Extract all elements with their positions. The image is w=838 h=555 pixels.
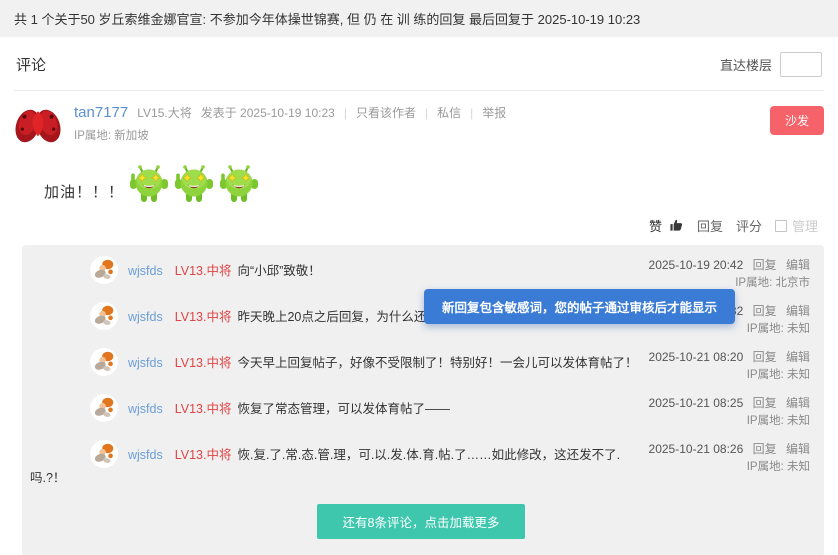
reply-username-link[interactable]: wjsfds xyxy=(128,402,163,416)
like-button[interactable]: 赞 xyxy=(649,216,662,235)
reply-edit-link[interactable]: 编辑 xyxy=(786,304,810,318)
reply-timestamp: 2025-10-19 20:42 xyxy=(648,258,744,272)
jump-to-floor: 直达楼层 xyxy=(720,52,822,77)
reply-edit-link[interactable]: 编辑 xyxy=(786,350,810,364)
thumbs-up-icon[interactable] xyxy=(669,218,684,233)
post-timestamp: 发表于 2025-10-19 10:23 xyxy=(200,106,335,120)
reply-ip-location: IP属地: 未知 xyxy=(746,415,810,427)
rate-button[interactable]: 评分 xyxy=(736,216,762,235)
reply-timestamp: 2025-10-21 08:26 xyxy=(648,442,744,456)
reply-user-avatar[interactable] xyxy=(90,302,118,330)
ip-location: IP属地: 新加坡 xyxy=(74,130,149,142)
jump-to-floor-label: 直达楼层 xyxy=(719,58,772,73)
username-link[interactable]: tan7177 xyxy=(74,104,128,121)
android-emoji-icon xyxy=(219,164,259,204)
android-emoji-icon xyxy=(174,164,214,204)
reply-edit-link[interactable]: 编辑 xyxy=(786,442,810,456)
user-level-badge: LV15.大将 xyxy=(137,106,192,120)
reply-username-link[interactable]: wjsfds xyxy=(128,356,163,370)
reply-ip-location: IP属地: 未知 xyxy=(746,461,810,473)
reply-item: 2025-10-21 08:26 回复 编辑 IP属地: 未知 wjsfds LV… xyxy=(22,435,820,494)
reply-reply-link[interactable]: 回复 xyxy=(753,350,777,364)
reply-timestamp: 2025-10-21 08:25 xyxy=(648,396,744,410)
reply-edit-link[interactable]: 编辑 xyxy=(786,396,810,410)
reply-ip-location: IP属地: 未知 xyxy=(746,369,810,381)
main-post-header: tan7177 LV15.大将 发表于 2025-10-19 10:23 只看该… xyxy=(14,104,824,148)
reply-user-avatar[interactable] xyxy=(90,394,118,422)
reply-edit-link[interactable]: 编辑 xyxy=(786,258,810,272)
thread-summary-bar: 共 1 个关于50 岁丘索维金娜官宣: 不参加今年体操世锦赛, 但 仍 在 训 … xyxy=(0,0,838,37)
reply-user-level: LV13.中将 xyxy=(174,402,232,416)
comments-title: 评论 xyxy=(16,57,47,74)
reply-username-link[interactable]: wjsfds xyxy=(128,264,163,278)
reply-user-level: LV13.中将 xyxy=(174,264,232,278)
reply-reply-link[interactable]: 回复 xyxy=(753,396,777,410)
user-avatar[interactable] xyxy=(14,104,62,148)
reply-reply-link[interactable]: 回复 xyxy=(753,258,777,272)
reply-user-avatar[interactable] xyxy=(90,348,118,376)
reply-user-avatar[interactable] xyxy=(90,440,118,468)
reply-user-level: LV13.中将 xyxy=(174,356,232,370)
reply-username-link[interactable]: wjsfds xyxy=(128,310,163,324)
reply-reply-link[interactable]: 回复 xyxy=(753,442,777,456)
moderation-tooltip: 新回复包含敏感词，您的帖子通过审核后才能显示 xyxy=(424,289,736,324)
post-text: 加油！！！ xyxy=(44,184,125,201)
thread-summary-text: 共 1 个关于50 岁丘索维金娜官宣: 不参加今年体操世锦赛, 但 仍 在 训 … xyxy=(14,12,641,27)
reply-username-link[interactable]: wjsfds xyxy=(128,448,163,462)
reply-text: 今天早上回复帖子，好像不受限制了！特别好！一会儿可以发体育帖了！ xyxy=(237,356,638,370)
jump-to-floor-input[interactable] xyxy=(780,52,822,77)
load-more-comments-button[interactable]: 还有8条评论，点击加载更多 xyxy=(316,504,526,539)
reply-item: 2025-10-21 08:20 回复 编辑 IP属地: 未知 wjsfds LV… xyxy=(22,343,820,389)
reply-item: 2025-10-21 08:25 回复 编辑 IP属地: 未知 wjsfds LV… xyxy=(22,389,820,435)
manage-checkbox[interactable] xyxy=(774,219,787,232)
report-link[interactable]: 举报 xyxy=(470,104,506,121)
reply-button[interactable]: 回复 xyxy=(697,216,723,235)
replies-list: 2025-10-19 20:42 回复 编辑 IP属地: 北京市 wjsfds L… xyxy=(22,245,824,555)
manage-button[interactable]: 管理 xyxy=(792,216,818,235)
reply-text: 向“小邱”致敬！ xyxy=(237,264,321,278)
reply-text: 恢.复.了.常.态.管.理，可.以.发.体.育.帖.了……如此修改，这还发不了.… xyxy=(30,448,621,485)
reply-user-avatar[interactable] xyxy=(90,256,118,284)
reply-user-level: LV13.中将 xyxy=(174,310,232,324)
post-action-bar: 赞 回复 评分 管理 xyxy=(14,216,818,235)
comments-header: 评论 直达楼层 xyxy=(14,37,824,91)
reply-text: 昨天晚上20点之后回复，为什么还被审 xyxy=(237,310,452,324)
post-content: 加油！！！ xyxy=(44,156,824,204)
reply-user-level: LV13.中将 xyxy=(174,448,232,462)
reply-reply-link[interactable]: 回复 xyxy=(753,304,777,318)
private-message-link[interactable]: 私信 xyxy=(425,104,461,121)
reply-timestamp: 2025-10-21 08:20 xyxy=(648,350,744,364)
view-author-link[interactable]: 只看该作者 xyxy=(344,104,416,121)
floor-badge-sofa: 沙发 xyxy=(769,106,824,135)
comments-panel: 评论 直达楼层 tan7177 LV15.大将 发表于 2025-10-19 1… xyxy=(0,37,838,555)
android-emoji-icon xyxy=(129,164,169,204)
reply-text: 恢复了常态管理，可以发体育帖了—— xyxy=(237,402,450,416)
